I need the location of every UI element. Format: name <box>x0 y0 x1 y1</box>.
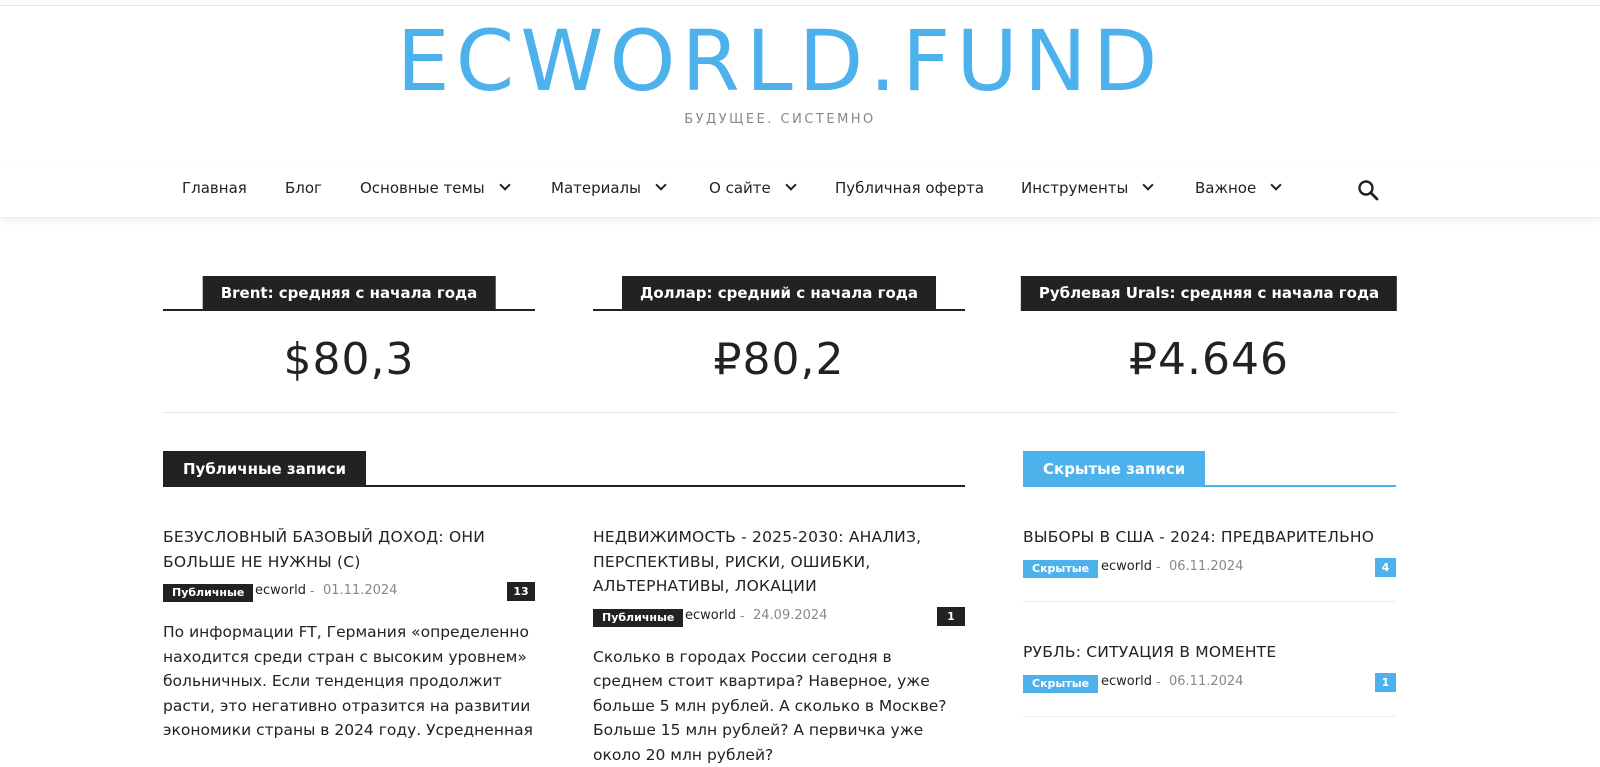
meta-separator: - <box>1156 674 1161 689</box>
post-author[interactable]: ecworld <box>1101 559 1152 574</box>
widget-value: ₽4.646 <box>1023 334 1395 385</box>
post-meta: Скрытые ecworld - 06.11.2024 1 <box>1023 673 1396 695</box>
comment-count[interactable]: 1 <box>1375 673 1396 692</box>
post-date: 06.11.2024 <box>1169 674 1243 689</box>
search-icon[interactable] <box>1357 179 1379 201</box>
post-author[interactable]: ecworld <box>255 583 306 598</box>
post-meta: Скрытые ecworld - 06.11.2024 4 <box>1023 558 1396 580</box>
public-post-2: НЕДВИЖИМОСТЬ - 2025-2030: АНАЛИЗ, ПЕРСПЕ… <box>593 525 965 767</box>
hidden-post-2: РУБЛЬ: СИТУАЦИЯ В МОМЕНТЕ Скрытые ecworl… <box>1023 640 1396 695</box>
public-post-1: БЕЗУСЛОВНЫЙ БАЗОВЫЙ ДОХОД: ОНИ БОЛЬШЕ НЕ… <box>163 525 535 743</box>
widget-brent: Brent: средняя с начала года $80,3 <box>163 276 535 396</box>
chevron-down-icon <box>1143 179 1154 190</box>
top-border <box>0 5 1600 6</box>
public-posts-title: Публичные записи <box>163 451 366 487</box>
category-badge[interactable]: Скрытые <box>1023 675 1098 693</box>
main-navigation: Главная Блог Основные темы Материалы О с… <box>0 166 1600 218</box>
post-excerpt: Сколько в городах России сегодня в средн… <box>593 645 965 767</box>
nav-item-label: О сайте <box>709 179 771 197</box>
widget-label: Brent: средняя с начала года <box>203 276 496 311</box>
hidden-posts-title: Скрытые записи <box>1023 451 1205 487</box>
meta-separator: - <box>1156 559 1161 574</box>
nav-item-label: Инструменты <box>1021 179 1128 197</box>
post-title[interactable]: РУБЛЬ: СИТУАЦИЯ В МОМЕНТЕ <box>1023 640 1396 665</box>
post-meta: Публичные ecworld - 01.11.2024 13 <box>163 582 535 604</box>
nav-item-label: Главная <box>182 179 247 197</box>
chevron-down-icon <box>785 179 796 190</box>
hidden-post-1: ВЫБОРЫ В США - 2024: ПРЕДВАРИТЕЛЬНО Скры… <box>1023 525 1396 580</box>
post-author[interactable]: ecworld <box>1101 674 1152 689</box>
section-divider <box>163 412 1396 413</box>
meta-separator: - <box>310 583 315 598</box>
nav-item-label: Публичная оферта <box>835 179 984 197</box>
widget-urals: Рублевая Urals: средняя с начала года ₽4… <box>1023 276 1395 396</box>
category-badge[interactable]: Публичные <box>593 609 683 627</box>
widget-value: $80,3 <box>163 334 535 385</box>
widget-dollar: Доллар: средний с начала года ₽80,2 <box>593 276 965 396</box>
comment-count[interactable]: 13 <box>507 582 535 601</box>
category-badge[interactable]: Скрытые <box>1023 560 1098 578</box>
nav-item-blog[interactable]: Блог <box>285 166 322 210</box>
comment-count[interactable]: 4 <box>1375 558 1396 577</box>
widget-label: Доллар: средний с начала года <box>622 276 936 311</box>
post-title[interactable]: БЕЗУСЛОВНЫЙ БАЗОВЫЙ ДОХОД: ОНИ БОЛЬШЕ НЕ… <box>163 525 535 574</box>
nav-item-important[interactable]: Важное <box>1195 166 1280 210</box>
category-badge[interactable]: Публичные <box>163 584 253 602</box>
chevron-down-icon <box>1271 179 1282 190</box>
post-title[interactable]: ВЫБОРЫ В США - 2024: ПРЕДВАРИТЕЛЬНО <box>1023 525 1396 550</box>
comment-count[interactable]: 1 <box>937 607 965 626</box>
nav-item-tools[interactable]: Инструменты <box>1021 166 1152 210</box>
site-tagline: БУДУЩЕЕ. СИСТЕМНО <box>0 112 1560 127</box>
meta-separator: - <box>740 608 745 623</box>
post-author[interactable]: ecworld <box>685 608 736 623</box>
nav-item-public-offer[interactable]: Публичная оферта <box>835 166 984 210</box>
nav-item-about[interactable]: О сайте <box>709 166 795 210</box>
nav-item-home[interactable]: Главная <box>182 166 247 210</box>
post-date: 01.11.2024 <box>323 583 397 598</box>
widget-value: ₽80,2 <box>593 334 965 385</box>
nav-item-label: Блог <box>285 179 322 197</box>
post-separator <box>1023 601 1396 602</box>
post-date: 06.11.2024 <box>1169 559 1243 574</box>
public-posts-header: Публичные записи <box>163 451 965 487</box>
chevron-down-icon <box>655 179 666 190</box>
post-date: 24.09.2024 <box>753 608 827 623</box>
widget-label: Рублевая Urals: средняя с начала года <box>1021 276 1397 311</box>
post-title[interactable]: НЕДВИЖИМОСТЬ - 2025-2030: АНАЛИЗ, ПЕРСПЕ… <box>593 525 965 599</box>
chevron-down-icon <box>499 179 510 190</box>
nav-item-materials[interactable]: Материалы <box>551 166 665 210</box>
post-meta: Публичные ecworld - 24.09.2024 1 <box>593 607 965 629</box>
nav-item-label: Важное <box>1195 179 1256 197</box>
nav-item-label: Материалы <box>551 179 641 197</box>
nav-item-label: Основные темы <box>360 179 485 197</box>
post-separator <box>1023 716 1396 717</box>
site-logo[interactable]: ECWORLD.FUND <box>0 16 1560 106</box>
post-excerpt: По информации FT, Германия «определенно … <box>163 620 535 743</box>
hidden-posts-header: Скрытые записи <box>1023 451 1396 487</box>
nav-item-main-topics[interactable]: Основные темы <box>360 166 509 210</box>
